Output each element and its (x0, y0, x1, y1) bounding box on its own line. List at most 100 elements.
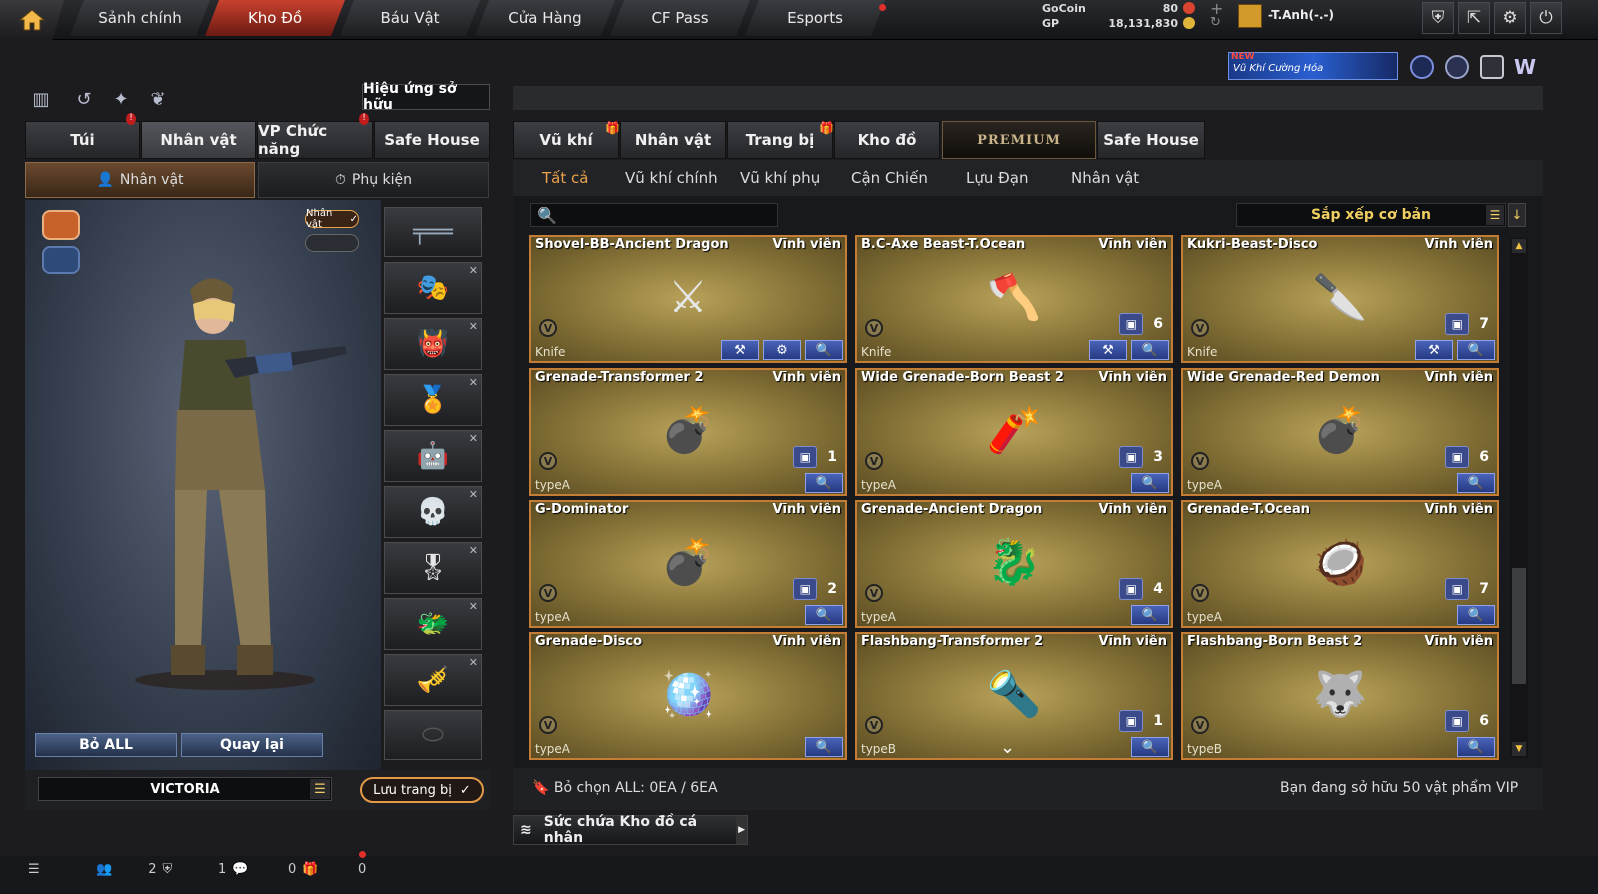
close-icon[interactable]: ✕ (469, 488, 478, 501)
inspect-button[interactable]: 🔍 (1457, 473, 1495, 493)
upgrade-button[interactable]: ⚒ (721, 340, 759, 360)
nav-tab-esports[interactable]: Esports (745, 0, 885, 36)
scroll-up-icon[interactable]: ▲ (1512, 239, 1526, 253)
close-icon[interactable]: ✕ (469, 656, 478, 669)
right-tab-premium[interactable]: PREMIUM (942, 121, 1096, 159)
character-badge[interactable]: Nhân vật ✓ (305, 208, 359, 230)
nav-tab-shop[interactable]: Cửa Hàng (475, 0, 615, 36)
equip-slot[interactable]: 🏅 ✕ (384, 374, 482, 426)
save-equipment-button[interactable]: Lưu trang bị ✓ (360, 777, 484, 803)
item-card[interactable]: Grenade-Disco Vĩnh viễn 🪩 VtypeA 🔍 (529, 632, 847, 760)
settings-button[interactable]: ⚙ (1494, 2, 1526, 34)
shield-button[interactable]: ⛨ (1422, 2, 1454, 34)
gift-counter[interactable]: 0 (358, 862, 366, 877)
item-card[interactable]: Kukri-Beast-Disco Vĩnh viễn 🔪 V ▣ 7 Knife ⚒ 🔍 (1181, 235, 1499, 363)
character-pose-icon[interactable]: ✦ (108, 86, 134, 112)
sort-select[interactable]: Sắp xếp cơ bản (1236, 203, 1506, 227)
nav-tab-cf-pass[interactable]: CF Pass (610, 0, 750, 36)
equip-slot-empty[interactable]: ⬭ (384, 710, 482, 760)
menu-icon[interactable]: ☰ (310, 779, 330, 799)
close-icon[interactable]: ✕ (469, 544, 478, 557)
right-tab-weapons[interactable]: Vũ khí (513, 121, 619, 159)
right-tab-character[interactable]: Nhân vật (620, 121, 726, 159)
nav-tab-treasure[interactable]: Báu Vật (340, 0, 480, 36)
item-card[interactable]: Shovel-BB-Ancient Dragon Vĩnh viễn ⚔ V Knife… (529, 235, 847, 363)
power-button[interactable]: ⏻ (1530, 2, 1562, 34)
close-icon[interactable]: ✕ (469, 432, 478, 445)
item-card[interactable]: Wide Grenade-Born Beast 2 Vĩnh viễn 🧨 V ▣ 3 ty… (855, 368, 1173, 496)
right-tab-safe-house[interactable]: Safe House (1097, 121, 1205, 159)
filter-all[interactable]: Tất cả (542, 166, 588, 190)
inspect-button[interactable]: 🔍 (1131, 473, 1169, 493)
search-input[interactable]: 🔍 (530, 203, 778, 227)
filter-melee[interactable]: Cận Chiến (851, 166, 928, 190)
inspect-button[interactable]: 🔍 (805, 473, 843, 493)
close-icon[interactable]: ✕ (469, 600, 478, 613)
sort-direction-icon[interactable]: ↓ (1508, 203, 1526, 227)
scrollbar-thumb[interactable] (1512, 568, 1526, 684)
equip-slot[interactable]: 💀 ✕ (384, 486, 482, 538)
upgrade-button[interactable]: ⚒ (1089, 340, 1127, 360)
refresh-icon[interactable]: ↻ (1210, 15, 1221, 30)
history-icon[interactable]: ↺ (71, 86, 97, 112)
inspect-button[interactable]: 🔍 (805, 340, 843, 360)
item-card[interactable]: Grenade-Transformer 2 Vĩnh viễn 💣 V ▣ 1 typeA 🔍 (529, 368, 847, 496)
equip-slot[interactable]: 🤖 ✕ (384, 430, 482, 482)
visibility-toggle[interactable] (305, 234, 359, 252)
character-type-icon[interactable] (42, 210, 80, 240)
left-tab-character[interactable]: Nhân vật (141, 121, 256, 159)
expand-chevron-icon[interactable]: ⌄ (1000, 737, 1015, 758)
inspect-button[interactable]: 🔍 (1131, 340, 1169, 360)
filter-grenade[interactable]: Lựu Đạn (966, 166, 1028, 190)
exit-room-button[interactable]: ⇱ (1458, 2, 1490, 34)
inspect-button[interactable]: 🔍 (1131, 605, 1169, 625)
left-tab-bag[interactable]: Túi (25, 121, 140, 159)
remove-all-button[interactable]: Bỏ ALL (35, 733, 177, 757)
equip-slot[interactable]: 🐲 ✕ (384, 598, 482, 650)
settings-button[interactable]: ⚙ (763, 340, 801, 360)
left-tab-vp-function[interactable]: VP Chức năng (257, 121, 373, 159)
item-card[interactable]: Grenade-T.Ocean Vĩnh viễn 🥥 V ▣ 7 typeA 🔍 (1181, 500, 1499, 628)
friends-counter[interactable]: 👥 2 ⛨ (96, 862, 172, 877)
right-tab-equipment[interactable]: Trang bị (727, 121, 833, 159)
chat-counter[interactable]: 0 🎁 (288, 862, 318, 877)
clan-counter[interactable]: 1 💬 (218, 862, 248, 877)
owned-effects-button[interactable]: Hiệu ứng sở hữu (362, 81, 490, 113)
item-card[interactable]: G-Dominator Vĩnh viễn 💣 V ▣ 2 typeA 🔍 (529, 500, 847, 628)
left-tab-safe-house[interactable]: Safe House (374, 121, 490, 159)
equip-slot[interactable]: 👹 ✕ (384, 318, 482, 370)
inspect-button[interactable]: 🔍 (1457, 340, 1495, 360)
storage-capacity-button[interactable]: ≋ Sức chứa Kho đồ cá nhân ▶ (513, 814, 748, 846)
rabbit-icon[interactable]: ❦ (145, 86, 171, 112)
inspect-button[interactable]: 🔍 (1131, 737, 1169, 757)
nav-tab-lobby[interactable]: Sảnh chính (70, 0, 210, 36)
event-icon-3[interactable] (1480, 55, 1504, 79)
equip-slot[interactable]: 🎭 ✕ (384, 262, 482, 314)
upgrade-button[interactable]: ⚒ (1415, 340, 1453, 360)
user-name[interactable]: -T.Anh(-.-) (1268, 8, 1334, 22)
inspect-button[interactable]: 🔍 (805, 737, 843, 757)
item-card[interactable]: Flashbang-Born Beast 2 Vĩnh viễn 🐺 V ▣ 6 typeB… (1181, 632, 1499, 760)
filter-primary[interactable]: Vũ khí chính (625, 166, 718, 190)
filter-character[interactable]: Nhân vật (1071, 166, 1139, 190)
stats-icon[interactable]: ▥ (28, 86, 54, 112)
close-icon[interactable]: ✕ (469, 320, 478, 333)
subtab-character[interactable]: 👤 Nhân vật (25, 162, 255, 198)
event-icon-4[interactable]: W (1514, 55, 1540, 79)
event-icon-1[interactable] (1410, 55, 1434, 79)
inspect-button[interactable]: 🔍 (1457, 737, 1495, 757)
event-icon-2[interactable] (1445, 55, 1469, 79)
right-tab-storage[interactable]: Kho đồ (834, 121, 940, 159)
inspect-button[interactable]: 🔍 (1457, 605, 1495, 625)
deselect-status[interactable]: 🔖 Bỏ chọn ALL: 0EA / 6EA (532, 780, 718, 796)
weapon-upgrade-banner[interactable]: NEW Vũ Khí Cường Hóa (1228, 52, 1398, 80)
scroll-down-icon[interactable]: ▼ (1512, 742, 1526, 756)
subtab-accessory[interactable]: ⏱ Phụ kiện (258, 162, 489, 198)
character-type-icon-alt[interactable] (42, 246, 80, 274)
item-card[interactable]: Wide Grenade-Red Demon Vĩnh viễn 💣 V ▣ 6 typeA… (1181, 368, 1499, 496)
back-button[interactable]: Quay lại (181, 733, 323, 757)
equip-slot-weapon[interactable]: ╤══ (384, 207, 482, 257)
list-view-icon[interactable]: ☰ (1486, 205, 1504, 225)
nav-tab-inventory[interactable]: Kho Đồ (205, 0, 345, 36)
close-icon[interactable]: ✕ (469, 264, 478, 277)
